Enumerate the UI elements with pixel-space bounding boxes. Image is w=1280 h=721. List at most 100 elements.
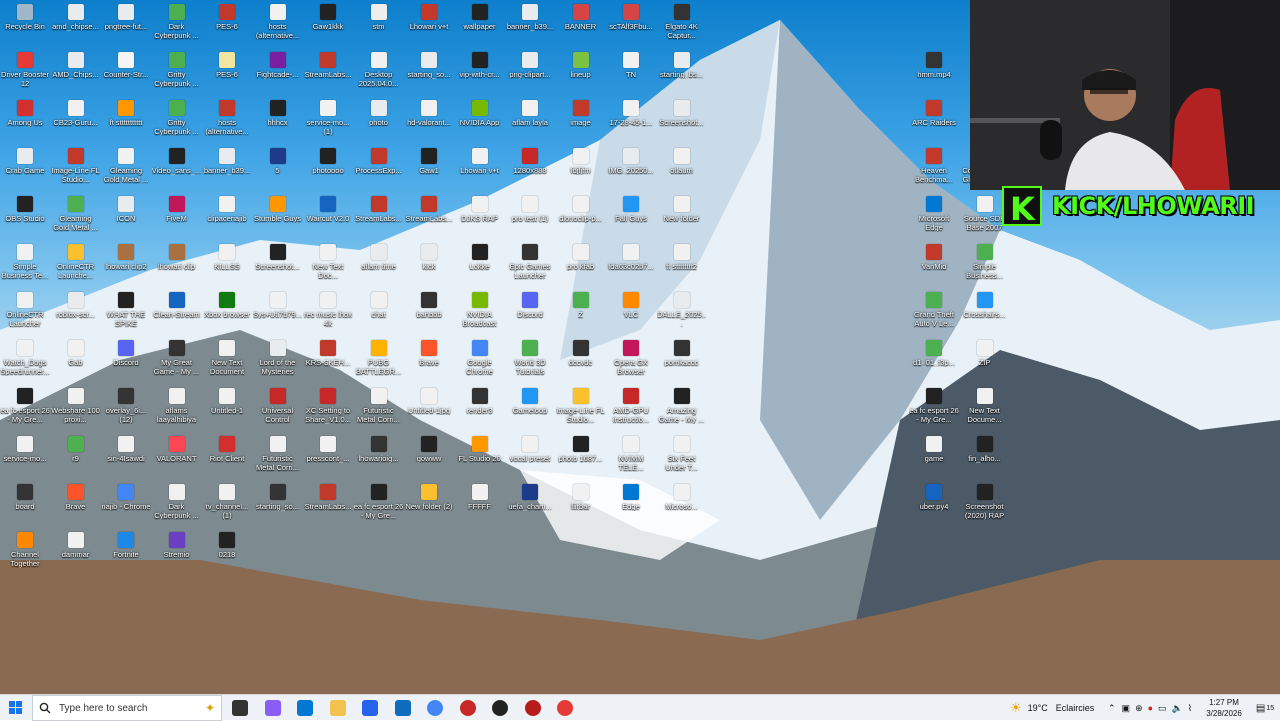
desktop-icon[interactable]: Microso...	[657, 484, 707, 511]
desktop-icon[interactable]: Gaw1kkk	[303, 4, 353, 31]
desktop-icon[interactable]: NVIMM TELE...	[606, 436, 656, 472]
desktop-icon[interactable]: FL Studio 20	[455, 436, 505, 463]
desktop-icon[interactable]: NVIDIA App	[455, 100, 505, 127]
desktop-icon[interactable]: Xbox browser	[202, 292, 252, 319]
desktop-icon[interactable]: Fall Guys	[606, 196, 656, 223]
desktop-icon[interactable]: aflams laayalhibiya	[152, 388, 202, 424]
desktop-icon[interactable]: WHAT THE SPIKE	[101, 292, 151, 328]
desktop-icon[interactable]: ft stttttttt2	[657, 244, 707, 271]
desktop-icon[interactable]: d1_01_f3p...	[909, 340, 959, 367]
desktop-icon[interactable]: Image-Line FL Studio...	[556, 388, 606, 424]
weather-widget[interactable]: ☀ 19°C Eclaircies	[1010, 695, 1094, 721]
desktop-icon[interactable]: photo 1687...	[556, 436, 606, 463]
desktop-icon[interactable]: PES-6	[202, 4, 252, 31]
taskbar-search-box[interactable]: Type here to search ✦	[32, 695, 222, 721]
volume-icon[interactable]: 🔈	[1172, 703, 1183, 714]
desktop-icon[interactable]: New folder (2)	[404, 484, 454, 511]
desktop-icon[interactable]: board	[0, 484, 50, 511]
tray-app-icon[interactable]: ▣	[1122, 703, 1131, 714]
desktop-icon[interactable]: Discord	[101, 340, 151, 367]
desktop-icon[interactable]: StreamLabs...	[404, 196, 454, 223]
desktop-icon[interactable]: Stremio	[152, 532, 202, 559]
desktop-icon[interactable]: bahbbb	[404, 292, 454, 319]
desktop-icon[interactable]: ZIP	[960, 340, 1010, 367]
desktop-icon[interactable]: Simple Business...	[960, 244, 1010, 280]
desktop-icon[interactable]: Dark Cyberpunk ...	[152, 4, 202, 40]
desktop-icon[interactable]: aflam time	[354, 244, 404, 271]
desktop-icon[interactable]: lhowarioig...	[354, 436, 404, 463]
desktop-icon[interactable]: Elgato 4K Captur...	[657, 4, 707, 40]
desktop-icon[interactable]: pro kfab	[556, 244, 606, 271]
desktop-icon[interactable]: OnlineCTR Launche...	[51, 244, 101, 280]
desktop-icon[interactable]: CB23-Guru...	[51, 100, 101, 127]
desktop-icon[interactable]: lineup	[556, 52, 606, 79]
desktop-icon[interactable]: fda63c02b7...	[606, 244, 656, 271]
desktop-icon[interactable]: starting_bs...	[657, 52, 707, 79]
desktop-icon[interactable]: Gaw1	[404, 148, 454, 175]
desktop-icon[interactable]: Crosshairs...	[960, 292, 1010, 319]
desktop-icon[interactable]: ea fc esport 26 - My Gre...	[0, 388, 50, 424]
desktop-icon[interactable]: DALLE_2025...	[657, 292, 707, 328]
desktop-icon[interactable]: amd_chipse...	[51, 4, 101, 31]
desktop-icon[interactable]: dlonoclip-p...	[556, 196, 606, 223]
desktop-icon[interactable]: OBS Studio	[0, 196, 50, 223]
desktop-icon[interactable]: Lokke	[455, 244, 505, 271]
desktop-icon[interactable]: Lord of the Mysteries	[253, 340, 303, 376]
desktop-icon[interactable]: Channel Together	[0, 532, 50, 568]
microsoft-store-taskbar-button[interactable]	[355, 695, 385, 721]
show-hidden-icons-chevron-icon[interactable]: ⌃	[1108, 703, 1116, 714]
desktop-icon[interactable]: New Text Docume...	[960, 388, 1010, 424]
desktop-icon[interactable]: hmm.mp4	[909, 52, 959, 79]
desktop-icon[interactable]: banner_b39...	[202, 148, 252, 175]
desktop-icon[interactable]: StreamLabs...	[303, 52, 353, 79]
desktop-icon[interactable]: Edge	[606, 484, 656, 511]
app-dark-red-taskbar-button[interactable]	[518, 695, 548, 721]
desktop-icon[interactable]: VLC	[606, 292, 656, 319]
desktop-icon[interactable]: 17-28-45-1...	[606, 100, 656, 127]
desktop-icon[interactable]: TN	[606, 52, 656, 79]
desktop-icon[interactable]: Futuristic Metal Corri...	[354, 388, 404, 424]
desktop-icon[interactable]: ARC Raiders	[909, 100, 959, 127]
desktop-icon[interactable]: Gleaming Gold Metal ...	[101, 148, 151, 184]
desktop-icon[interactable]: FFFFF	[455, 484, 505, 511]
desktop-icon[interactable]: pro test (1)	[505, 196, 555, 223]
desktop-icon[interactable]: Gritty Cyberpunk ...	[152, 52, 202, 88]
desktop-icon[interactable]: png-clipart...	[505, 52, 555, 79]
desktop-icon[interactable]: Screenshot...	[253, 244, 303, 271]
desktop-icon[interactable]: Universal Control	[253, 388, 303, 424]
desktop-icon[interactable]: r9	[51, 436, 101, 463]
desktop-icon[interactable]: lhowari clip	[152, 244, 202, 271]
desktop-icon[interactable]: Riot Client	[202, 436, 252, 463]
desktop-icon[interactable]: ea fc esport 26 - My Gre...	[354, 484, 404, 520]
desktop-icon[interactable]: 1280x888	[505, 148, 555, 175]
desktop-icon[interactable]: otlaum	[657, 148, 707, 175]
desktop-icon[interactable]: Lhowari v+t	[455, 148, 505, 175]
desktop-icon[interactable]: Brave	[404, 340, 454, 367]
desktop-icon[interactable]: hosts (alternative...	[253, 4, 303, 40]
desktop-icon[interactable]: Driver Booster 12	[0, 52, 50, 88]
desktop-icon[interactable]: New folder	[657, 196, 707, 223]
desktop-icon[interactable]: Screenshot (2020) RAP	[960, 484, 1010, 520]
desktop-icon[interactable]: VALORANT	[152, 436, 202, 463]
desktop-icon[interactable]: Z	[556, 292, 606, 319]
desktop-icon[interactable]: Watch_Dogs Speedrunner...	[0, 340, 50, 376]
desktop-icon[interactable]: image	[556, 100, 606, 127]
desktop-icon[interactable]: dccvdc	[556, 340, 606, 367]
desktop-icon[interactable]: render3	[455, 388, 505, 415]
streamlabs-taskbar-button[interactable]	[550, 695, 580, 721]
desktop-icon[interactable]: scTAlf3Fbu...	[606, 4, 656, 31]
desktop-icon[interactable]: game	[909, 436, 959, 463]
elgato-4k-taskbar-button[interactable]	[485, 695, 515, 721]
desktop-icon[interactable]: stm	[354, 4, 404, 31]
desktop-icon[interactable]: overlay_6i... (12)	[101, 388, 151, 424]
desktop-icon[interactable]: Gameloop	[505, 388, 555, 415]
desktop-icon[interactable]: Google Chrome	[455, 340, 505, 376]
notification-center-button[interactable]: ▤ 15	[1254, 695, 1276, 721]
desktop-icon[interactable]: New Text Document	[202, 340, 252, 376]
desktop-icon[interactable]: pngtree-fut...	[101, 4, 151, 31]
desktop-icon[interactable]: photo	[354, 100, 404, 127]
wifi-icon[interactable]: ⌇	[1188, 703, 1192, 714]
app-red-taskbar-button[interactable]	[453, 695, 483, 721]
desktop-icon[interactable]: Among Us	[0, 100, 50, 127]
desktop-icon[interactable]: fin_alho...	[960, 436, 1010, 463]
